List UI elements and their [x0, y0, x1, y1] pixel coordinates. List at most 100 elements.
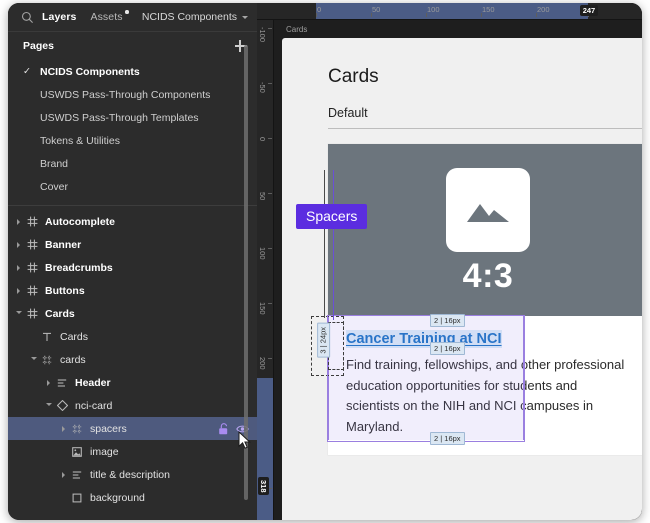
- canvas-viewport[interactable]: Cards Cards Default 4:3 Cancer Training …: [274, 20, 642, 520]
- ruler-tick: [268, 138, 272, 139]
- pages-list: ✓ NCIDS Components USWDS Pass-Through Comp…: [8, 60, 257, 198]
- ruler-tick: [268, 193, 272, 194]
- layer-label: Autocomplete: [45, 215, 116, 228]
- layer-label: Buttons: [45, 284, 85, 297]
- layer-row-cards[interactable]: Cards: [8, 325, 257, 348]
- layer-label: background: [90, 491, 145, 504]
- page-item-4[interactable]: Brand: [8, 152, 257, 175]
- disclosure-triangle-icon[interactable]: [43, 402, 54, 409]
- layer-label: Cards: [45, 307, 75, 320]
- ruler-label-h-4: 200: [537, 5, 550, 14]
- page-item-label: Cover: [40, 180, 69, 193]
- layer-label: title & description: [90, 468, 170, 481]
- vertical-ruler[interactable]: -100-50050100150200318400450500: [257, 20, 274, 520]
- ruler-label-h-2: 100: [427, 5, 440, 14]
- disclosure-triangle-icon[interactable]: [13, 310, 24, 317]
- image-icon: [69, 446, 85, 457]
- spacer-guide-line: [333, 170, 334, 320]
- layer-row-breadcrumbs[interactable]: Breadcrumbs: [8, 256, 257, 279]
- layer-label: cards: [60, 353, 86, 366]
- component-icon: [24, 262, 40, 273]
- page-item-label: NCIDS Components: [40, 65, 140, 78]
- disclosure-triangle-icon[interactable]: [13, 264, 24, 271]
- layer-row-cards[interactable]: Cards: [8, 302, 257, 325]
- chevron-down-icon: [242, 15, 248, 19]
- ruler-label-v-0: -100: [258, 27, 267, 43]
- document-title-menu[interactable]: NCIDS Components: [142, 11, 248, 23]
- nci-card[interactable]: 4:3 Cancer Training at NCI Find training…: [328, 144, 642, 456]
- tab-assets-label: Assets: [90, 11, 123, 23]
- disclosure-triangle-icon[interactable]: [13, 287, 24, 294]
- pages-heading: Pages: [23, 40, 54, 52]
- page-item-label: Brand: [40, 157, 69, 170]
- horizontal-ruler[interactable]: 050100150200247350400: [257, 3, 642, 20]
- page-item-1[interactable]: USWDS Pass-Through Components: [8, 83, 257, 106]
- app-root: Layers Assets NCIDS Components Pages ✓ NC…: [0, 0, 650, 523]
- measure-bottom-gap: 2 | 16px: [430, 432, 465, 446]
- card-description: Find training, fellowships, and other pr…: [346, 357, 625, 434]
- ruler-tick: [268, 358, 272, 359]
- page-item-0[interactable]: ✓ NCIDS Components: [8, 60, 257, 83]
- layer-row-nci-card[interactable]: nci-card: [8, 394, 257, 417]
- measure-left-gap: 3 | 24px: [317, 323, 331, 358]
- unlock-icon[interactable]: [218, 422, 229, 435]
- disclosure-triangle-icon[interactable]: [58, 471, 69, 478]
- artboard-title: Cards: [328, 66, 379, 87]
- rect-icon: [69, 493, 85, 503]
- layer-label: nci-card: [75, 399, 113, 412]
- sidebar-divider: [8, 205, 257, 206]
- page-item-3[interactable]: Tokens & Utilities: [8, 129, 257, 152]
- instance-icon: [54, 400, 70, 411]
- disclosure-triangle-icon[interactable]: [43, 379, 54, 386]
- disclosure-triangle-icon[interactable]: [13, 218, 24, 225]
- layer-row-banner[interactable]: Banner: [8, 233, 257, 256]
- measure-top-gap: 2 | 16px: [430, 314, 465, 328]
- tab-assets[interactable]: Assets: [90, 10, 129, 23]
- layers-tree: Autocomplete Banner Breadcrumbs Buttons Card…: [8, 208, 257, 520]
- ruler-tick: [268, 303, 272, 304]
- frame-label[interactable]: Cards: [286, 25, 307, 34]
- ruler-label-h-1: 50: [372, 5, 381, 14]
- ruler-label-h-0: 0: [317, 5, 322, 14]
- disclosure-triangle-icon[interactable]: [58, 425, 69, 432]
- tab-layers[interactable]: Layers: [42, 11, 76, 23]
- layer-row-cards[interactable]: cards: [8, 348, 257, 371]
- disclosure-triangle-icon[interactable]: [28, 356, 39, 363]
- vertical-ruler-selection: [257, 377, 273, 520]
- layer-row-background[interactable]: background: [8, 486, 257, 509]
- frame-icon: [39, 355, 55, 365]
- ruler-tick: [268, 248, 272, 249]
- card-image-area: 4:3: [328, 144, 642, 316]
- layer-row-header[interactable]: Header: [8, 371, 257, 394]
- layer-label: Cards: [60, 330, 89, 343]
- ruler-label-v-1: -50: [258, 82, 267, 93]
- layer-row-image[interactable]: image: [8, 440, 257, 463]
- artboard[interactable]: Cards Default 4:3 Cancer Training at NCI: [282, 38, 642, 520]
- canvas-vertical-scrollbar[interactable]: [244, 45, 248, 500]
- search-icon[interactable]: [21, 11, 34, 24]
- page-item-2[interactable]: USWDS Pass-Through Templates: [8, 106, 257, 129]
- measure-mid-gap: 2 | 16px: [430, 342, 465, 356]
- image-placeholder-icon: [446, 167, 530, 252]
- autolayout-icon: [54, 378, 70, 388]
- layer-label: spacers: [90, 422, 127, 435]
- ruler-label-v-2: 0: [258, 137, 267, 142]
- layer-row-autocomplete[interactable]: Autocomplete: [8, 210, 257, 233]
- spacer-guide-line-2: [324, 170, 325, 318]
- card-title-link[interactable]: Cancer Training at NCI: [346, 330, 502, 349]
- layer-row-spacers[interactable]: spacers: [8, 417, 257, 440]
- ruler-label-v-6: 200: [258, 357, 267, 370]
- layer-row-buttons[interactable]: Buttons: [8, 279, 257, 302]
- page-item-label: USWDS Pass-Through Components: [40, 88, 211, 101]
- layer-label: Banner: [45, 238, 82, 251]
- canvas-area[interactable]: 050100150200247350400 -100-5005010015020…: [257, 3, 642, 520]
- artboard-subtitle: Default: [328, 106, 368, 120]
- page-check-icon: ✓: [23, 66, 31, 77]
- layer-row-title-description[interactable]: title & description: [8, 463, 257, 486]
- page-item-5[interactable]: Cover: [8, 175, 257, 198]
- disclosure-triangle-icon[interactable]: [13, 241, 24, 248]
- page-item-label: USWDS Pass-Through Templates: [40, 111, 199, 124]
- ruler-label-v-4: 100: [258, 247, 267, 260]
- artboard-divider: [328, 128, 642, 129]
- layer-label: Header: [75, 376, 111, 389]
